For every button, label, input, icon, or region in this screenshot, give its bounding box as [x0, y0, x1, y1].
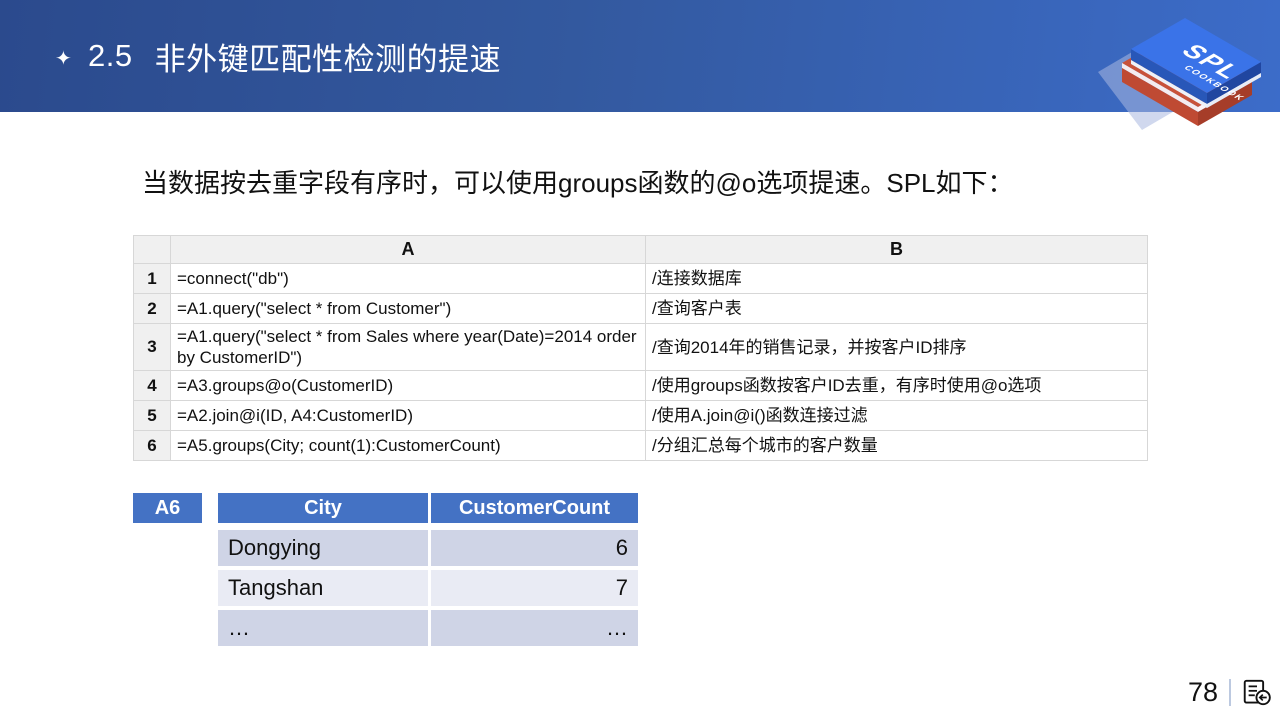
- row-number: 3: [134, 324, 171, 371]
- row-number: 4: [134, 371, 171, 401]
- column-header-a: A: [171, 236, 646, 264]
- sparkle-bullet-icon: ✦: [55, 49, 72, 69]
- row-number: 1: [134, 264, 171, 294]
- code-row-2: 2 =A1.query("select * from Customer") /查…: [134, 294, 1148, 324]
- comment-cell: /查询2014年的销售记录，并按客户ID排序: [646, 324, 1148, 371]
- spl-code-table: A B 1 =connect("db") /连接数据库 2 =A1.query(…: [133, 235, 1148, 461]
- result-header-city: City: [218, 493, 428, 523]
- column-header-b: B: [646, 236, 1148, 264]
- code-cell: =connect("db"): [171, 264, 646, 294]
- code-cell: =A1.query("select * from Customer"): [171, 294, 646, 324]
- code-row-6: 6 =A5.groups(City; count(1):CustomerCoun…: [134, 431, 1148, 461]
- comment-cell: /使用groups函数按客户ID去重，有序时使用@o选项: [646, 371, 1148, 401]
- section-number: 2.5: [88, 38, 133, 74]
- result-cell-count: 7: [431, 570, 638, 606]
- code-cell: =A2.join@i(ID, A4:CustomerID): [171, 401, 646, 431]
- result-corner-a6: A6: [133, 493, 202, 523]
- row-number: 2: [134, 294, 171, 324]
- code-cell: =A1.query("select * from Sales where yea…: [171, 324, 646, 371]
- comment-cell: /查询客户表: [646, 294, 1148, 324]
- result-cell-city: Tangshan: [218, 570, 428, 606]
- comment-cell: /连接数据库: [646, 264, 1148, 294]
- footer-divider: [1229, 679, 1231, 706]
- section-title-text: 非外键匹配性检测的提速: [155, 34, 502, 79]
- result-table: A6 City CustomerCount Dongying 6 Tangsha…: [133, 493, 638, 646]
- page-number: 78: [1188, 677, 1218, 708]
- result-header-customercount: CustomerCount: [431, 493, 638, 523]
- code-cell: =A3.groups@o(CustomerID): [171, 371, 646, 401]
- code-row-4: 4 =A3.groups@o(CustomerID) /使用groups函数按客…: [134, 371, 1148, 401]
- result-cell-count: 6: [431, 530, 638, 566]
- intro-text: 当数据按去重字段有序时，可以使用groups函数的@o选项提速。SPL如下：: [142, 166, 1202, 200]
- result-cell-city: Dongying: [218, 530, 428, 566]
- comment-cell: /分组汇总每个城市的客户数量: [646, 431, 1148, 461]
- code-row-3: 3 =A1.query("select * from Sales where y…: [134, 324, 1148, 371]
- spl-cookbook-logo-icon: SPL COOKBOOK: [1080, 0, 1280, 140]
- result-cell-count: …: [431, 610, 638, 646]
- code-table-header-row: A B: [134, 236, 1148, 264]
- slide: ✦ 2.5 非外键匹配性检测的提速 SPL COOKBOOK 当数据按去重字段有…: [0, 0, 1280, 720]
- result-cell-city: …: [218, 610, 428, 646]
- back-to-contents-icon[interactable]: [1242, 678, 1272, 707]
- row-number: 6: [134, 431, 171, 461]
- code-cell: =A5.groups(City; count(1):CustomerCount): [171, 431, 646, 461]
- page-title: 2.5 非外键匹配性检测的提速: [88, 0, 501, 112]
- comment-cell: /使用A.join@i()函数连接过滤: [646, 401, 1148, 431]
- footer: 78: [1188, 677, 1272, 708]
- corner-cell: [134, 236, 171, 264]
- code-row-5: 5 =A2.join@i(ID, A4:CustomerID) /使用A.joi…: [134, 401, 1148, 431]
- code-row-1: 1 =connect("db") /连接数据库: [134, 264, 1148, 294]
- row-number: 5: [134, 401, 171, 431]
